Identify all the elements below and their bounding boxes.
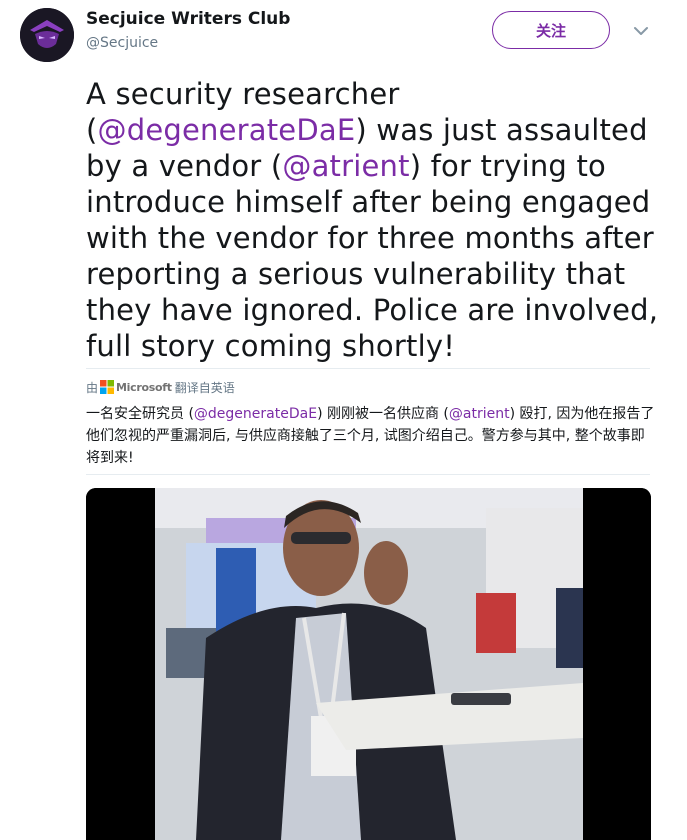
translation-prefix: 由 [86, 380, 99, 395]
microsoft-logo-icon [100, 380, 115, 394]
follow-button[interactable]: 关注 [492, 11, 610, 49]
mention-link[interactable]: @atrient [282, 149, 409, 183]
video-thumbnail [86, 488, 651, 840]
text-segment: 一名安全研究员 ( [86, 406, 194, 422]
display-name[interactable]: Secjuice Writers Club [86, 9, 290, 29]
mention-link[interactable]: @degenerateDaE [98, 113, 356, 147]
translated-text: 一名安全研究员 (@degenerateDaE) 刚刚被一名供应商 (@atri… [86, 403, 656, 469]
video-player[interactable] [86, 488, 651, 840]
mention-link[interactable]: @atrient [449, 406, 510, 422]
divider [86, 368, 650, 369]
tweet-text: A security researcher (@degenerateDaE) w… [86, 76, 666, 364]
avatar[interactable] [20, 8, 74, 62]
translation-provider: Microsoft [116, 380, 172, 394]
chevron-down-icon[interactable] [631, 22, 651, 40]
mention-link[interactable]: @degenerateDaE [194, 406, 317, 422]
translation-suffix: 翻译自英语 [174, 380, 235, 395]
user-handle[interactable]: @Secjuice [86, 35, 158, 51]
divider [86, 474, 650, 475]
hooded-figure-logo-icon [20, 8, 74, 62]
text-segment: ) 刚刚被一名供应商 ( [317, 406, 449, 422]
translation-attribution[interactable]: 由 Microsoft 翻译自英语 [86, 376, 235, 398]
